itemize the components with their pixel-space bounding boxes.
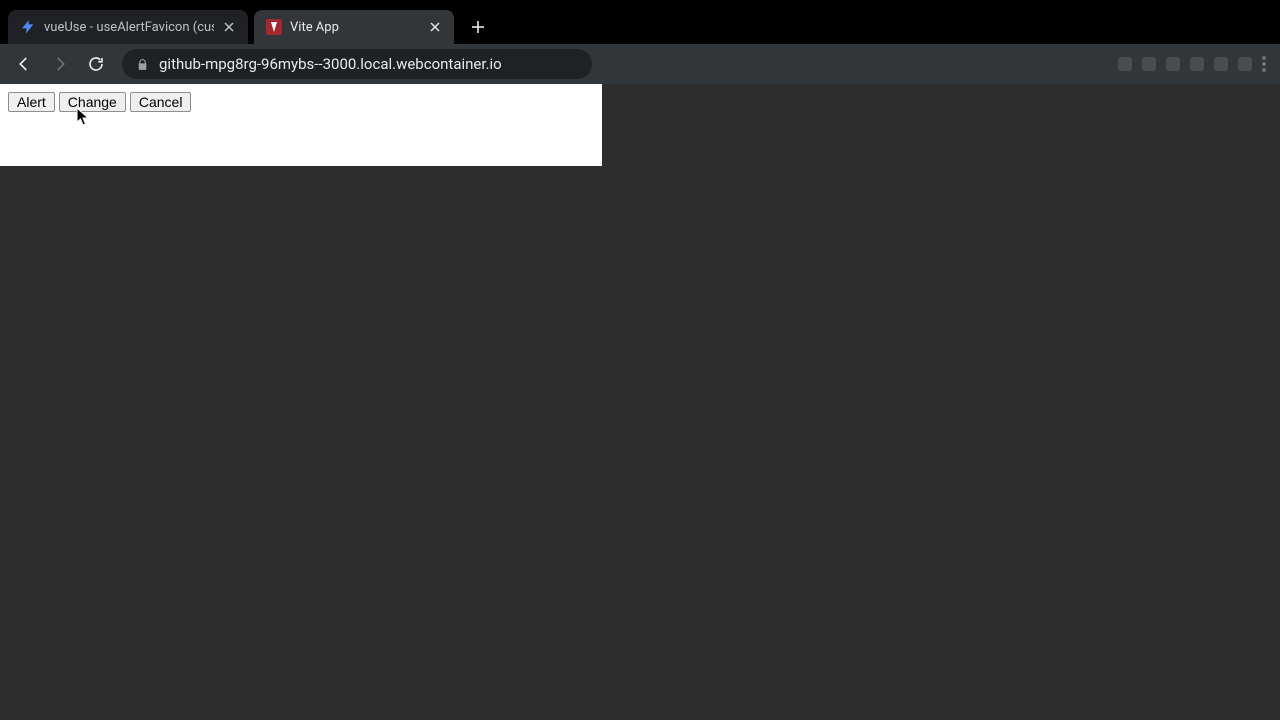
tab-strip: vueUse - useAlertFavicon (cus Vite App bbox=[0, 0, 1280, 44]
reload-button[interactable] bbox=[80, 48, 112, 80]
back-button[interactable] bbox=[8, 48, 40, 80]
extension-icon[interactable] bbox=[1166, 57, 1180, 71]
tab-vite-app[interactable]: Vite App bbox=[254, 10, 454, 44]
extension-icon[interactable] bbox=[1238, 57, 1252, 71]
tab-title: Vite App bbox=[290, 20, 420, 35]
extension-area bbox=[1118, 56, 1272, 72]
page-viewport: Alert Change Cancel bbox=[0, 84, 602, 166]
alert-button[interactable]: Alert bbox=[8, 92, 55, 112]
url-text: github-mpg8rg-96mybs--3000.local.webcont… bbox=[159, 55, 502, 73]
extension-icon[interactable] bbox=[1190, 57, 1204, 71]
address-bar[interactable]: github-mpg8rg-96mybs--3000.local.webcont… bbox=[122, 49, 592, 79]
tab-vueuse[interactable]: vueUse - useAlertFavicon (cus bbox=[8, 10, 248, 44]
page-content: Alert Change Cancel bbox=[0, 84, 602, 120]
forward-button[interactable] bbox=[44, 48, 76, 80]
bolt-icon bbox=[20, 19, 36, 35]
close-icon[interactable] bbox=[220, 18, 238, 36]
browser-menu-icon[interactable] bbox=[1262, 56, 1266, 72]
vite-icon bbox=[266, 19, 282, 35]
extension-icon[interactable] bbox=[1142, 57, 1156, 71]
browser-toolbar: github-mpg8rg-96mybs--3000.local.webcont… bbox=[0, 44, 1280, 84]
tab-title: vueUse - useAlertFavicon (cus bbox=[44, 20, 214, 35]
change-button[interactable]: Change bbox=[59, 92, 126, 112]
extension-icon[interactable] bbox=[1214, 57, 1228, 71]
extension-icon[interactable] bbox=[1118, 57, 1132, 71]
new-tab-button[interactable] bbox=[464, 13, 492, 41]
lock-icon bbox=[136, 58, 149, 71]
close-icon[interactable] bbox=[426, 18, 444, 36]
cancel-button[interactable]: Cancel bbox=[130, 92, 192, 112]
